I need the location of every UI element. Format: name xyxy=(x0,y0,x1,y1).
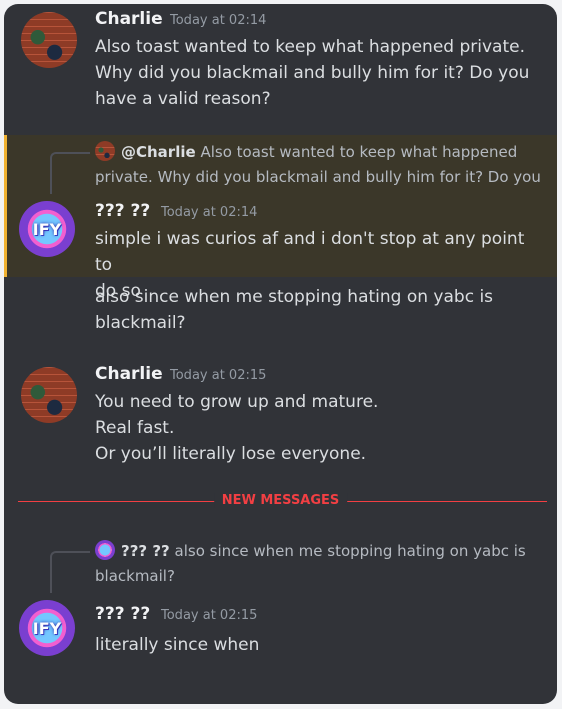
message-line: You need to grow up and mature. xyxy=(95,392,379,412)
message-ify-continuation[interactable]: also since when me stopping hating on ya… xyxy=(4,282,557,342)
ify-avatar[interactable]: IFY xyxy=(19,600,75,656)
new-messages-label: NEW MESSAGES xyxy=(213,493,348,508)
message-charlie-1[interactable]: Charlie Today at 02:14 Also toast wanted… xyxy=(4,4,557,124)
reply-connector xyxy=(50,152,90,194)
reply-mention[interactable]: @Charlie xyxy=(121,143,196,161)
message-ify-reply-2[interactable]: ??? ?? also since when me stopping hatin… xyxy=(4,534,557,684)
timestamp[interactable]: Today at 02:15 xyxy=(170,368,266,383)
reply-preview[interactable]: ??? ?? also since when me stopping hatin… xyxy=(95,539,545,563)
timestamp[interactable]: Today at 02:14 xyxy=(170,13,266,28)
timestamp[interactable]: Today at 02:14 xyxy=(161,205,257,220)
message-charlie-2[interactable]: Charlie Today at 02:15 You need to grow … xyxy=(4,359,557,479)
message-line: simple i was curios af and i don't stop … xyxy=(95,229,525,275)
avatar-label: IFY xyxy=(32,219,62,239)
avatar-label: IFY xyxy=(32,618,62,638)
reply-avatar xyxy=(95,540,115,560)
message-text: literally since when xyxy=(95,632,545,658)
charlie-avatar[interactable] xyxy=(21,12,77,68)
timestamp[interactable]: Today at 02:15 xyxy=(161,608,257,623)
message-line: blackmail? xyxy=(95,313,186,333)
message-line: Also toast wanted to keep what happened … xyxy=(95,37,525,57)
reply-preview[interactable]: @Charlie Also toast wanted to keep what … xyxy=(95,140,545,164)
message-text: You need to grow up and mature. Real fas… xyxy=(95,389,545,467)
reply-preview-line2[interactable]: private. Why did you blackmail and bully… xyxy=(95,165,545,189)
reply-avatar xyxy=(95,141,115,161)
username[interactable]: ??? ?? xyxy=(95,201,150,221)
reply-mention[interactable]: ??? ?? xyxy=(121,542,170,560)
message-ify-reply-1[interactable]: @Charlie Also toast wanted to keep what … xyxy=(4,135,557,301)
ify-avatar[interactable]: IFY xyxy=(19,201,75,257)
charlie-avatar[interactable] xyxy=(21,367,77,423)
message-line: Or you’ll literally lose everyone. xyxy=(95,444,367,464)
username[interactable]: ??? ?? xyxy=(95,604,150,624)
message-line: literally since when xyxy=(95,635,260,655)
username[interactable]: Charlie xyxy=(95,364,163,384)
message-text: also since when me stopping hating on ya… xyxy=(95,284,545,336)
message-line: have a valid reason? xyxy=(95,89,271,109)
username[interactable]: Charlie xyxy=(95,9,163,29)
reply-text: Also toast wanted to keep what happened xyxy=(200,143,518,161)
chat-panel: Charlie Today at 02:14 Also toast wanted… xyxy=(4,4,557,704)
message-line: Why did you blackmail and bully him for … xyxy=(95,63,530,83)
message-text: Also toast wanted to keep what happened … xyxy=(95,34,545,112)
reply-connector xyxy=(50,551,90,593)
reply-text: also since when me stopping hating on ya… xyxy=(174,542,526,560)
reply-preview-line2[interactable]: blackmail? xyxy=(95,564,545,588)
message-line: Real fast. xyxy=(95,418,175,438)
message-line: also since when me stopping hating on ya… xyxy=(95,287,494,307)
